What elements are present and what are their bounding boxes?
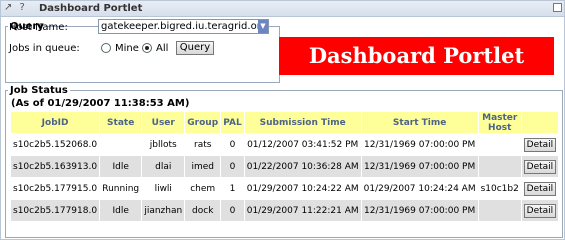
- cell-state: Running: [99, 177, 143, 200]
- cell-pal: 0: [220, 199, 245, 222]
- jobs-in-queue-label: Jobs in queue:: [9, 43, 80, 54]
- cell-action: Detail: [520, 155, 560, 178]
- table-row: s10c2b5.177915.0 Running liwli chem 1 01…: [9, 177, 560, 200]
- col-action: [520, 111, 560, 134]
- cell-state: [99, 133, 143, 156]
- detail-button[interactable]: Detail: [523, 159, 556, 174]
- cell-master-host: [477, 155, 522, 178]
- cell-pal: 1: [220, 177, 245, 200]
- cell-start-time: 12/31/1969 07:00:00 PM: [360, 199, 479, 222]
- cell-group: dock: [184, 199, 222, 222]
- cell-master-host: [477, 199, 522, 222]
- col-pal[interactable]: PAL: [220, 111, 245, 134]
- col-master-host[interactable]: Master Host: [477, 111, 522, 134]
- cell-start-time: 12/31/1969 07:00:00 PM: [360, 155, 479, 178]
- job-status-legend: Job Status: [10, 85, 68, 96]
- all-radio-label: All: [156, 43, 169, 54]
- cell-jobid: s10c2b5.177915.0: [9, 177, 101, 200]
- detail-button[interactable]: Detail: [523, 137, 556, 152]
- job-status-table: JobID State User Group PAL Submission Ti…: [9, 111, 560, 222]
- col-group[interactable]: Group: [184, 111, 222, 134]
- cell-start-time: 01/29/2007 10:24:24 AM: [360, 177, 479, 200]
- chevron-down-icon[interactable]: ▼: [258, 20, 268, 33]
- cell-user: jianzhan: [141, 199, 186, 222]
- portlet-titlebar: ↗ ? Dashboard Portlet: [1, 1, 564, 17]
- table-row: s10c2b5.152068.0 jbllots rats 0 01/12/20…: [9, 133, 560, 156]
- dashboard-portlet: ↗ ? Dashboard Portlet Query Host Name: g…: [0, 0, 565, 240]
- minimize-icon[interactable]: [553, 3, 562, 12]
- host-name-label: Host Name:: [9, 22, 68, 33]
- detail-button[interactable]: Detail: [523, 203, 556, 218]
- cell-pal: 0: [220, 155, 245, 178]
- all-radio[interactable]: [142, 43, 152, 53]
- cell-jobid: s10c2b5.152068.0: [9, 133, 101, 156]
- cell-state: Idle: [99, 199, 143, 222]
- cell-submission-time: 01/22/2007 10:36:28 AM: [243, 155, 362, 178]
- col-submission-time[interactable]: Submission Time: [243, 111, 362, 134]
- cell-master-host: s10c1b2: [477, 177, 522, 200]
- cell-submission-time: 01/29/2007 10:24:22 AM: [243, 177, 362, 200]
- host-name-select[interactable]: gatekeeper.bigred.iu.teragrid.org ▼: [98, 19, 269, 34]
- mine-radio[interactable]: [101, 43, 111, 53]
- cell-group: rats: [184, 133, 222, 156]
- cell-state: Idle: [99, 155, 143, 178]
- cell-jobid: s10c2b5.163913.0: [9, 155, 101, 178]
- cell-submission-time: 01/12/2007 03:41:52 PM: [243, 133, 362, 156]
- cell-master-host: [477, 133, 522, 156]
- cell-submission-time: 01/29/2007 11:22:21 AM: [243, 199, 362, 222]
- table-header-row: JobID State User Group PAL Submission Ti…: [9, 111, 560, 134]
- cell-group: chem: [184, 177, 222, 200]
- cell-start-time: 12/31/1969 07:00:00 PM: [360, 133, 479, 156]
- query-button[interactable]: Query: [176, 41, 214, 55]
- portlet-tool-icons[interactable]: ↗ ?: [4, 2, 27, 13]
- table-row: s10c2b5.177918.0 Idle jianzhan dock 0 01…: [9, 199, 560, 222]
- col-user[interactable]: User: [141, 111, 186, 134]
- mine-radio-label: Mine: [115, 43, 139, 54]
- dashboard-banner: Dashboard Portlet: [279, 37, 554, 75]
- detail-button[interactable]: Detail: [523, 181, 556, 196]
- cell-pal: 0: [220, 133, 245, 156]
- cell-group: imed: [184, 155, 222, 178]
- cell-user: jbllots: [141, 133, 186, 156]
- col-state[interactable]: State: [99, 111, 143, 134]
- host-name-value: gatekeeper.bigred.iu.teragrid.org: [101, 21, 267, 32]
- cell-action: Detail: [520, 133, 560, 156]
- cell-user: liwli: [141, 177, 186, 200]
- col-start-time[interactable]: Start Time: [360, 111, 479, 134]
- table-row: s10c2b5.163913.0 Idle dlai imed 0 01/22/…: [9, 155, 560, 178]
- cell-action: Detail: [520, 177, 560, 200]
- cell-user: dlai: [141, 155, 186, 178]
- col-jobid[interactable]: JobID: [9, 111, 101, 134]
- portlet-title: Dashboard Portlet: [39, 3, 143, 14]
- cell-action: Detail: [520, 199, 560, 222]
- cell-jobid: s10c2b5.177918.0: [9, 199, 101, 222]
- as-of-timestamp: (As of 01/29/2007 11:38:53 AM): [11, 98, 190, 109]
